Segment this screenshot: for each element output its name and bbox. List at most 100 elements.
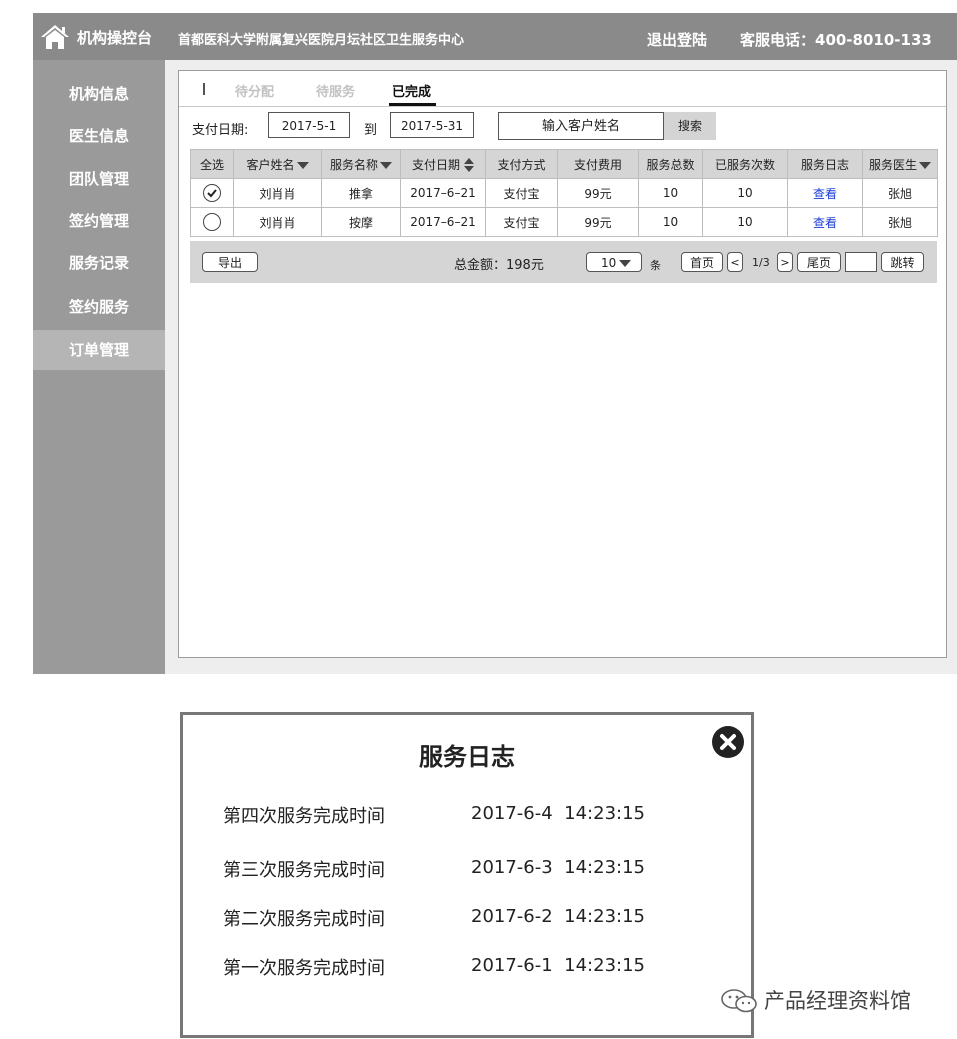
sort-down-icon[interactable]	[380, 161, 392, 169]
chevron-down-icon	[619, 260, 632, 267]
prev-page-button[interactable]: <	[727, 252, 743, 272]
doctor-cell: 张旭	[862, 178, 938, 208]
export-button[interactable]: 导出	[202, 252, 258, 272]
service-total-cell: 10	[638, 178, 703, 208]
wechat-icon	[721, 989, 757, 1013]
service-name-cell: 按摩	[321, 207, 401, 237]
customer-name-input[interactable]: 输入客户姓名	[498, 112, 664, 140]
sort-down-icon[interactable]	[296, 161, 309, 169]
first-page-button[interactable]: 首页	[681, 252, 723, 272]
page-size-unit: 条	[650, 259, 661, 272]
jump-page-input[interactable]	[845, 252, 877, 272]
view-log-link[interactable]: 查看	[787, 207, 863, 237]
select-all-label[interactable]: 全选	[200, 158, 224, 172]
service-name-cell: 推拿	[321, 178, 401, 208]
sidebar: 机构信息 医生信息 团队管理 签约管理 服务记录 签约服务 订单管理	[33, 60, 165, 674]
table-footer: 导出 总金额：198元 10 条 首页 < 1/3 > 尾页 跳转	[190, 241, 937, 283]
home-icon[interactable]	[40, 23, 70, 51]
col-pay-method-label: 支付方式	[497, 157, 546, 172]
pay-method-cell: 支付宝	[485, 178, 558, 208]
col-service-log-label: 服务日志	[800, 157, 849, 172]
checked-circle-icon[interactable]	[203, 184, 221, 202]
select-all-header[interactable]: 全选	[190, 149, 234, 179]
col-customer-name-label: 客户姓名	[246, 157, 295, 172]
col-service-name[interactable]: 服务名称	[321, 149, 401, 179]
pay-amount-cell: 99元	[557, 178, 639, 208]
close-icon[interactable]	[711, 725, 745, 759]
log-entry-time: 2017-6-2 14:23:15	[471, 906, 645, 927]
served-count-cell: 10	[702, 178, 788, 208]
tab-pending-service[interactable]: 待服务	[316, 81, 355, 100]
customer-name-cell: 刘肖肖	[233, 178, 322, 208]
served-count-cell: 10	[702, 207, 788, 237]
sidebar-item-doctor-info[interactable]: 医生信息	[33, 116, 165, 156]
sidebar-item-team[interactable]: 团队管理	[33, 159, 165, 199]
table-row: 刘肖肖 推拿 2017–6–21 支付宝 99元 10 10 查看 张旭	[190, 178, 938, 208]
pay-method-cell: 支付宝	[485, 207, 558, 237]
sidebar-item-contracts[interactable]: 签约管理	[33, 201, 165, 241]
table-header-row: 全选 客户姓名 服务名称 支付日期 支付方式 支付费用 服务总数 已服务次数 服…	[190, 149, 938, 179]
jump-button[interactable]: 跳转	[881, 252, 924, 272]
col-pay-amount-label: 支付费用	[573, 157, 622, 172]
sidebar-item-contract-services[interactable]: 签约服务	[33, 287, 165, 327]
sort-updown-icon[interactable]	[464, 158, 474, 172]
service-total-cell: 10	[638, 207, 703, 237]
doctor-cell: 张旭	[862, 207, 938, 237]
col-service-log: 服务日志	[787, 149, 863, 179]
col-pay-amount: 支付费用	[557, 149, 639, 179]
table-row: 刘肖肖 按摩 2017–6–21 支付宝 99元 10 10 查看 张旭	[190, 207, 938, 237]
date-to-label: 到	[364, 123, 378, 138]
sort-down-icon[interactable]	[919, 161, 931, 169]
tab-divider	[203, 83, 205, 95]
col-service-doctor[interactable]: 服务医生	[862, 149, 938, 179]
log-entry-label: 第四次服务完成时间	[223, 806, 385, 827]
total-amount: 总金额：198元	[454, 258, 544, 273]
page-size-select[interactable]: 10	[586, 252, 642, 272]
tab-completed[interactable]: 已完成	[392, 81, 431, 100]
col-customer-name[interactable]: 客户姓名	[233, 149, 322, 179]
sidebar-item-org-info[interactable]: 机构信息	[33, 74, 165, 114]
org-name: 首都医科大学附属复兴医院月坛社区卫生服务中心	[178, 33, 465, 48]
col-service-doctor-label: 服务医生	[868, 157, 917, 172]
row-checkbox-cell[interactable]	[190, 178, 234, 208]
col-pay-date-label: 支付日期	[411, 157, 460, 172]
col-served-count: 已服务次数	[702, 149, 788, 179]
page-indicator: 1/3	[752, 256, 770, 269]
log-entry-time: 2017-6-3 14:23:15	[471, 857, 645, 878]
active-tab-indicator	[389, 103, 436, 106]
unchecked-circle-icon[interactable]	[203, 213, 221, 231]
logout-link[interactable]: 退出登陆	[647, 29, 707, 50]
log-entry-time: 2017-6-1 14:23:15	[471, 955, 645, 976]
sidebar-item-orders[interactable]: 订单管理	[33, 330, 165, 370]
date-to-input[interactable]: 2017-5-31	[390, 112, 474, 138]
pay-amount-cell: 99元	[557, 207, 639, 237]
tab-pending-assign[interactable]: 待分配	[235, 81, 274, 100]
date-from-input[interactable]: 2017-5-1	[268, 112, 350, 138]
row-checkbox-cell[interactable]	[190, 207, 234, 237]
last-page-button[interactable]: 尾页	[797, 252, 841, 272]
pay-date-cell: 2017–6–21	[400, 207, 486, 237]
service-phone: 客服电话：400-8010-133	[740, 31, 932, 49]
watermark-text: 产品经理资料馆	[764, 989, 911, 1013]
top-bar: 机构操控台 首都医科大学附属复兴医院月坛社区卫生服务中心 退出登陆 客服电话：4…	[33, 13, 957, 60]
log-entry-label: 第二次服务完成时间	[223, 909, 385, 930]
search-button[interactable]: 搜索	[664, 112, 716, 140]
pay-date-label: 支付日期:	[192, 123, 249, 138]
col-service-name-label: 服务名称	[329, 157, 378, 172]
log-entry-time: 2017-6-4 14:23:15	[471, 803, 645, 824]
sidebar-item-service-records[interactable]: 服务记录	[33, 243, 165, 283]
app-title: 机构操控台	[77, 29, 153, 47]
col-service-total: 服务总数	[638, 149, 703, 179]
dialog-title: 服务日志	[419, 743, 515, 771]
log-entry-label: 第一次服务完成时间	[223, 958, 385, 979]
customer-name-cell: 刘肖肖	[233, 207, 322, 237]
status-tabs: 待分配 待服务 已完成	[179, 71, 946, 107]
orders-table: 全选 客户姓名 服务名称 支付日期 支付方式 支付费用 服务总数 已服务次数 服…	[190, 149, 938, 237]
view-log-link[interactable]: 查看	[787, 178, 863, 208]
next-page-button[interactable]: >	[777, 252, 793, 272]
col-pay-date[interactable]: 支付日期	[400, 149, 486, 179]
pay-date-cell: 2017–6–21	[400, 178, 486, 208]
col-served-count-label: 已服务次数	[714, 157, 775, 172]
log-entry-label: 第三次服务完成时间	[223, 860, 385, 881]
col-pay-method: 支付方式	[485, 149, 558, 179]
